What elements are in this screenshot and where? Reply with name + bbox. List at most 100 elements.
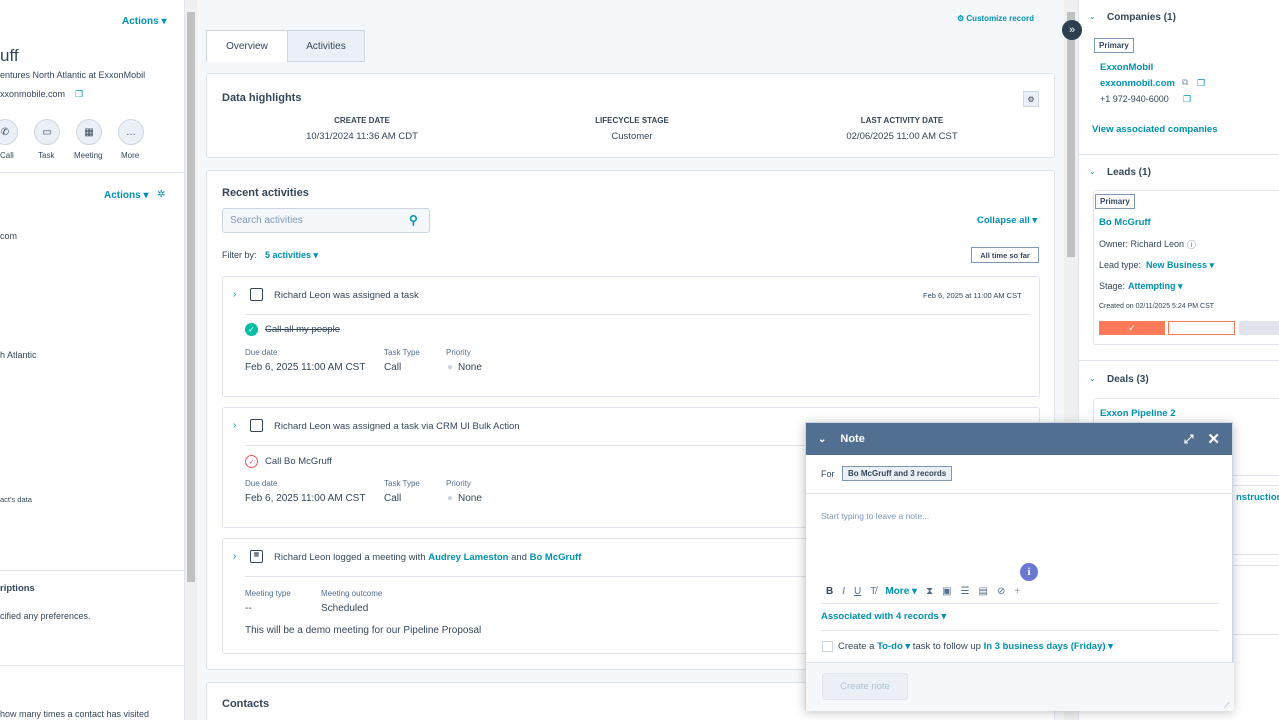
activity-title[interactable]: Richard Leon was assigned a task [274, 290, 419, 301]
create-note-button[interactable]: Create note [822, 673, 908, 700]
todo-type-dropdown[interactable]: To-do ▾ [877, 641, 910, 652]
snippet-icon[interactable]: ⧗ [926, 586, 933, 597]
add-icon[interactable]: + [1014, 586, 1020, 597]
recent-activities-title: Recent activities [222, 187, 309, 199]
copy-icon[interactable]: ❐ [75, 89, 83, 100]
document-icon[interactable]: ▤ [979, 586, 988, 597]
stage-progress-pending[interactable] [1239, 321, 1279, 335]
time-range-button[interactable]: All time so far [971, 247, 1039, 263]
leads-title[interactable]: Leads (1) [1107, 167, 1151, 178]
more-formatting-dropdown[interactable]: More ▾ [885, 586, 917, 597]
priority-value[interactable]: None [458, 362, 482, 373]
more-icon[interactable]: … [118, 119, 144, 145]
meeting-icon[interactable]: ▦ [76, 119, 102, 145]
note-recipients-chip[interactable]: Bo McGruff and 3 records [842, 466, 953, 481]
company-name-link[interactable]: ExxonMobil [1100, 62, 1153, 73]
attachment-icon[interactable]: ⊘ [997, 586, 1005, 597]
due-date-value[interactable]: Feb 6, 2025 11:00 AM CST [245, 362, 365, 373]
collapse-all-button[interactable]: Collapse all ▾ [977, 215, 1037, 226]
info-icon[interactable]: i [1020, 563, 1038, 581]
task-type-value[interactable]: Call [384, 362, 401, 373]
expand-chevron-icon[interactable]: › [233, 420, 236, 431]
settings-icon[interactable]: ⚙ [1023, 91, 1039, 107]
info-icon[interactable]: ⓘ [1187, 238, 1196, 251]
completed-check-icon[interactable]: ✓ [245, 323, 258, 336]
associated-records-dropdown[interactable]: Associated with 4 records ▾ [821, 611, 946, 622]
deals-title[interactable]: Deals (3) [1107, 374, 1149, 385]
clear-format-icon[interactable]: T̸ [870, 586, 876, 597]
tab-activities[interactable]: Activities [287, 30, 365, 62]
filter-activities-dropdown[interactable]: 5 activities ▾ [265, 250, 318, 261]
create-todo-checkbox[interactable] [822, 641, 833, 652]
chevron-down-icon[interactable]: ⌄ [1089, 167, 1096, 176]
gear-icon[interactable]: ✲ [157, 189, 165, 200]
stage-progress-current[interactable] [1168, 321, 1235, 335]
task-name[interactable]: Call Bo McGruff [265, 456, 332, 467]
primary-tag: Primary [1094, 38, 1134, 53]
data-highlights-title: Data highlights [222, 92, 302, 104]
record-actions-menu[interactable]: Actions ▾ [122, 16, 166, 27]
tab-overview[interactable]: Overview [206, 30, 288, 62]
chevron-down-icon[interactable]: ⌄ [818, 434, 826, 445]
about-actions-menu[interactable]: Actions ▾ [104, 190, 148, 201]
meeting-outcome-value[interactable]: Scheduled [321, 603, 368, 614]
search-activities-input[interactable]: Search activities ⚲ [222, 208, 430, 233]
deal-name-link[interactable]: nstruction [1236, 492, 1279, 503]
followup-date-dropdown[interactable]: In 3 business days (Friday) ▾ [984, 641, 1113, 652]
divider [0, 172, 184, 173]
chevron-down-icon[interactable]: ⌄ [1089, 374, 1096, 383]
note-footer: Create note ⟋ [806, 662, 1234, 711]
customize-record-link[interactable]: ⚙ Customize record [957, 14, 1034, 23]
contact-link[interactable]: Audrey Lameston [428, 552, 508, 563]
todo-text: Create a [838, 641, 878, 652]
lead-name-link[interactable]: Bo McGruff [1099, 217, 1151, 228]
lead-type-dropdown[interactable]: New Business ▾ [1146, 260, 1214, 271]
subscriptions-text: cified any preferences. [0, 611, 91, 621]
copy-icon[interactable]: ❐ [1183, 94, 1191, 105]
task-icon[interactable]: ▭ [34, 119, 60, 145]
close-icon[interactable]: ✕ [1207, 430, 1220, 448]
activity-title[interactable]: Richard Leon logged a meeting with Audre… [274, 552, 581, 563]
underline-icon[interactable]: U [854, 586, 861, 597]
deal-name-link[interactable]: Exxon Pipeline 2 [1100, 408, 1176, 419]
lead-created-date: Created on 02/11/2025 5:24 PM CST [1099, 303, 1215, 310]
gear-icon: ⚙ [957, 14, 967, 23]
chevron-down-icon[interactable]: ⌄ [1089, 12, 1096, 21]
task-type-value[interactable]: Call [384, 493, 401, 504]
divider [806, 493, 1234, 494]
call-icon[interactable]: ✆ [0, 119, 18, 145]
collapse-sidebar-icon[interactable]: » [1062, 20, 1082, 40]
incomplete-task-icon[interactable]: ✓ [245, 455, 258, 468]
left-scrollbar[interactable] [185, 0, 197, 720]
expand-chevron-icon[interactable]: › [233, 289, 236, 300]
due-date-value[interactable]: Feb 6, 2025 11:00 AM CST [245, 493, 365, 504]
template-icon[interactable]: ☰ [961, 586, 970, 597]
priority-label: Priority [446, 479, 471, 488]
meeting-type-value[interactable]: -- [245, 603, 252, 614]
company-phone[interactable]: +1 972-940-6000 [1100, 94, 1169, 104]
meeting-outcome-label: Meeting outcome [321, 589, 383, 598]
companies-title[interactable]: Companies (1) [1107, 12, 1176, 23]
external-link-icon[interactable]: ⧉ [1182, 77, 1188, 88]
company-domain-link[interactable]: exxonmobil.com [1100, 78, 1175, 89]
note-body-input[interactable]: Start typing to leave a note... [821, 511, 929, 521]
copy-icon[interactable]: ❐ [1197, 78, 1205, 89]
search-icon[interactable]: ⚲ [409, 213, 418, 227]
italic-icon[interactable]: I [842, 586, 845, 597]
bold-icon[interactable]: B [826, 586, 833, 597]
resize-handle-icon[interactable]: ⟋ [1224, 701, 1230, 711]
view-associated-companies-link[interactable]: View associated companies [1092, 124, 1218, 135]
stage-progress-complete[interactable]: ✓ [1099, 321, 1165, 335]
image-icon[interactable]: ▣ [942, 586, 951, 597]
expand-chevron-icon[interactable]: › [233, 551, 236, 562]
highlight-value: 10/31/2024 11:36 AM CDT [306, 131, 418, 142]
lead-card: Primary Bo McGruff Owner: Richard Leon ⓘ… [1093, 190, 1279, 345]
record-email[interactable]: xxonmobile.com [0, 89, 65, 99]
activity-title[interactable]: Richard Leon was assigned a task via CRM… [274, 421, 520, 432]
expand-icon[interactable]: ⤢ [1184, 432, 1194, 447]
customize-label: Customize record [966, 14, 1034, 23]
task-name[interactable]: Call all my people [265, 324, 340, 335]
priority-value[interactable]: None [458, 493, 482, 504]
lead-stage-dropdown[interactable]: Attempting ▾ [1128, 281, 1183, 292]
contact-link[interactable]: Bo McGruff [530, 552, 582, 563]
